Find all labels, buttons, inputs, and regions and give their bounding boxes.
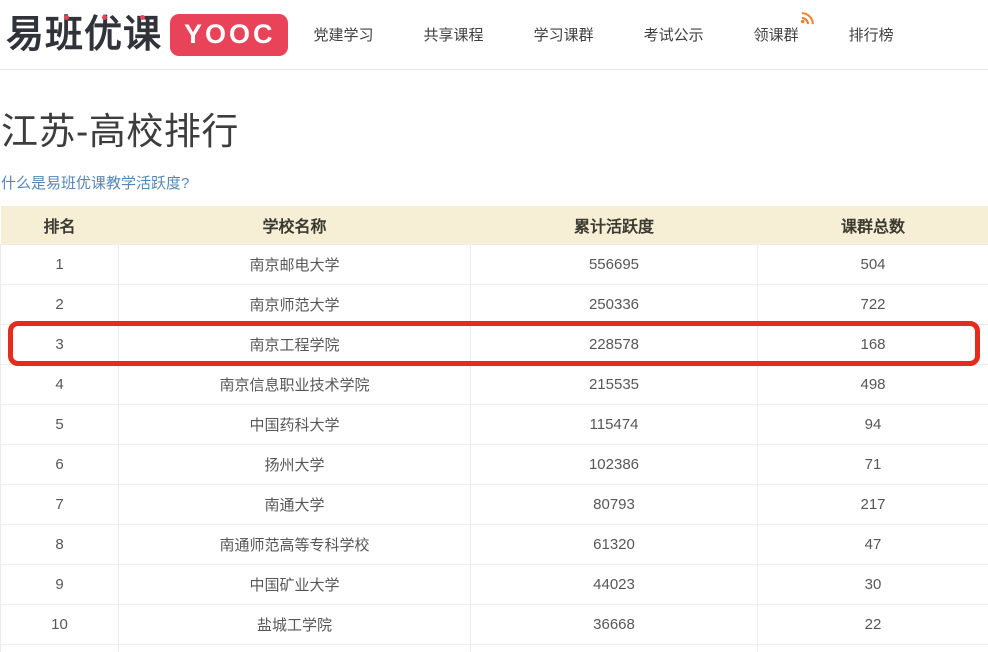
cell-groups: 217 — [758, 484, 988, 524]
cell-school: 扬州大学 — [119, 444, 471, 484]
cell-school: 盐城工学院 — [119, 604, 471, 644]
col-header-groups: 课群总数 — [758, 206, 988, 244]
nav-item-rankings[interactable]: 排行榜 — [849, 24, 894, 45]
cell-school: 南京邮电大学 — [119, 244, 471, 284]
cell-groups: 504 — [758, 244, 988, 284]
cell-school: 南京信息职业技术学院 — [119, 364, 471, 404]
logo-accent-dot — [64, 15, 69, 20]
cell-school: 南京工程学院 — [119, 324, 471, 364]
cell-groups: 47 — [758, 524, 988, 564]
table-row: 8南通师范高等专科学校6132047 — [1, 524, 988, 564]
nav-item-exam-notice[interactable]: 考试公示 — [644, 24, 704, 45]
cell-rank: 3 — [1, 324, 119, 364]
cell-rank: 9 — [1, 564, 119, 604]
table-row: 6扬州大学10238671 — [1, 444, 988, 484]
cell-activity: 115474 — [471, 404, 758, 444]
table-row: 2南京师范大学250336722 — [1, 284, 988, 324]
yooc-badge: YOOC — [170, 14, 288, 56]
logo-accent-dot — [140, 15, 145, 20]
activity-help-link[interactable]: 什么是易班优课教学活跃度? — [1, 172, 189, 193]
cell-rank: 4 — [1, 364, 119, 404]
cell-rank: 8 — [1, 524, 119, 564]
cell-empty — [119, 644, 471, 652]
nav-item-shared-courses[interactable]: 共享课程 — [424, 24, 484, 45]
cell-empty — [758, 644, 988, 652]
logo-wordmark: 易班优课 — [6, 16, 162, 54]
cell-activity: 36668 — [471, 604, 758, 644]
cell-activity: 215535 — [471, 364, 758, 404]
cell-activity: 61320 — [471, 524, 758, 564]
table-row: 7南通大学80793217 — [1, 484, 988, 524]
cell-rank: 2 — [1, 284, 119, 324]
live-signal-icon — [801, 11, 815, 25]
cell-empty — [1, 644, 119, 652]
table-row: 4南京信息职业技术学院215535498 — [1, 364, 988, 404]
cell-school: 南京师范大学 — [119, 284, 471, 324]
table-row: 5中国药科大学11547494 — [1, 404, 988, 444]
cell-activity: 80793 — [471, 484, 758, 524]
table-row: 9中国矿业大学4402330 — [1, 564, 988, 604]
cell-school: 南通师范高等专科学校 — [119, 524, 471, 564]
page-title: 江苏-高校排行 — [1, 101, 988, 155]
cell-groups: 30 — [758, 564, 988, 604]
ranking-table: 排名 学校名称 累计活跃度 课群总数 1南京邮电大学5566955042南京师范… — [0, 206, 988, 652]
cell-groups: 71 — [758, 444, 988, 484]
cell-empty — [471, 644, 758, 652]
col-header-activity: 累计活跃度 — [471, 206, 758, 244]
logo-accent-dot — [102, 15, 107, 20]
cell-school: 南通大学 — [119, 484, 471, 524]
cell-groups: 168 — [758, 324, 988, 364]
table-body: 1南京邮电大学5566955042南京师范大学2503367223南京工程学院2… — [1, 244, 988, 652]
cell-activity: 228578 — [471, 324, 758, 364]
col-header-school: 学校名称 — [119, 206, 471, 244]
cell-school: 中国药科大学 — [119, 404, 471, 444]
cell-groups: 94 — [758, 404, 988, 444]
cell-activity: 102386 — [471, 444, 758, 484]
nav-item-claim-group[interactable]: 领课群 — [754, 24, 799, 45]
table-row: 10盐城工学院3666822 — [1, 604, 988, 644]
cell-rank: 6 — [1, 444, 119, 484]
nav-item-study-groups[interactable]: 学习课群 — [534, 24, 594, 45]
cell-groups: 22 — [758, 604, 988, 644]
yooc-logo[interactable]: 易班优课 YOOC — [6, 14, 288, 56]
table-header: 排名 学校名称 累计活跃度 课群总数 — [1, 206, 988, 244]
cell-rank: 10 — [1, 604, 119, 644]
cell-school: 中国矿业大学 — [119, 564, 471, 604]
cell-activity: 44023 — [471, 564, 758, 604]
table-row: 3南京工程学院228578168 — [1, 324, 988, 364]
nav-item-party-learning[interactable]: 党建学习 — [314, 24, 374, 45]
table-row-partial — [1, 644, 988, 652]
cell-groups: 498 — [758, 364, 988, 404]
col-header-rank: 排名 — [1, 206, 119, 244]
cell-groups: 722 — [758, 284, 988, 324]
top-navigation-bar: 易班优课 YOOC 党建学习 共享课程 学习课群 考试公示 领课群 排行榜 — [0, 0, 988, 70]
cell-activity: 556695 — [471, 244, 758, 284]
main-nav: 党建学习 共享课程 学习课群 考试公示 领课群 排行榜 — [314, 24, 894, 45]
cell-activity: 250336 — [471, 284, 758, 324]
table-row: 1南京邮电大学556695504 — [1, 244, 988, 284]
cell-rank: 1 — [1, 244, 119, 284]
ranking-table-container: 排名 学校名称 累计活跃度 课群总数 1南京邮电大学5566955042南京师范… — [0, 206, 988, 652]
cell-rank: 7 — [1, 484, 119, 524]
cell-rank: 5 — [1, 404, 119, 444]
